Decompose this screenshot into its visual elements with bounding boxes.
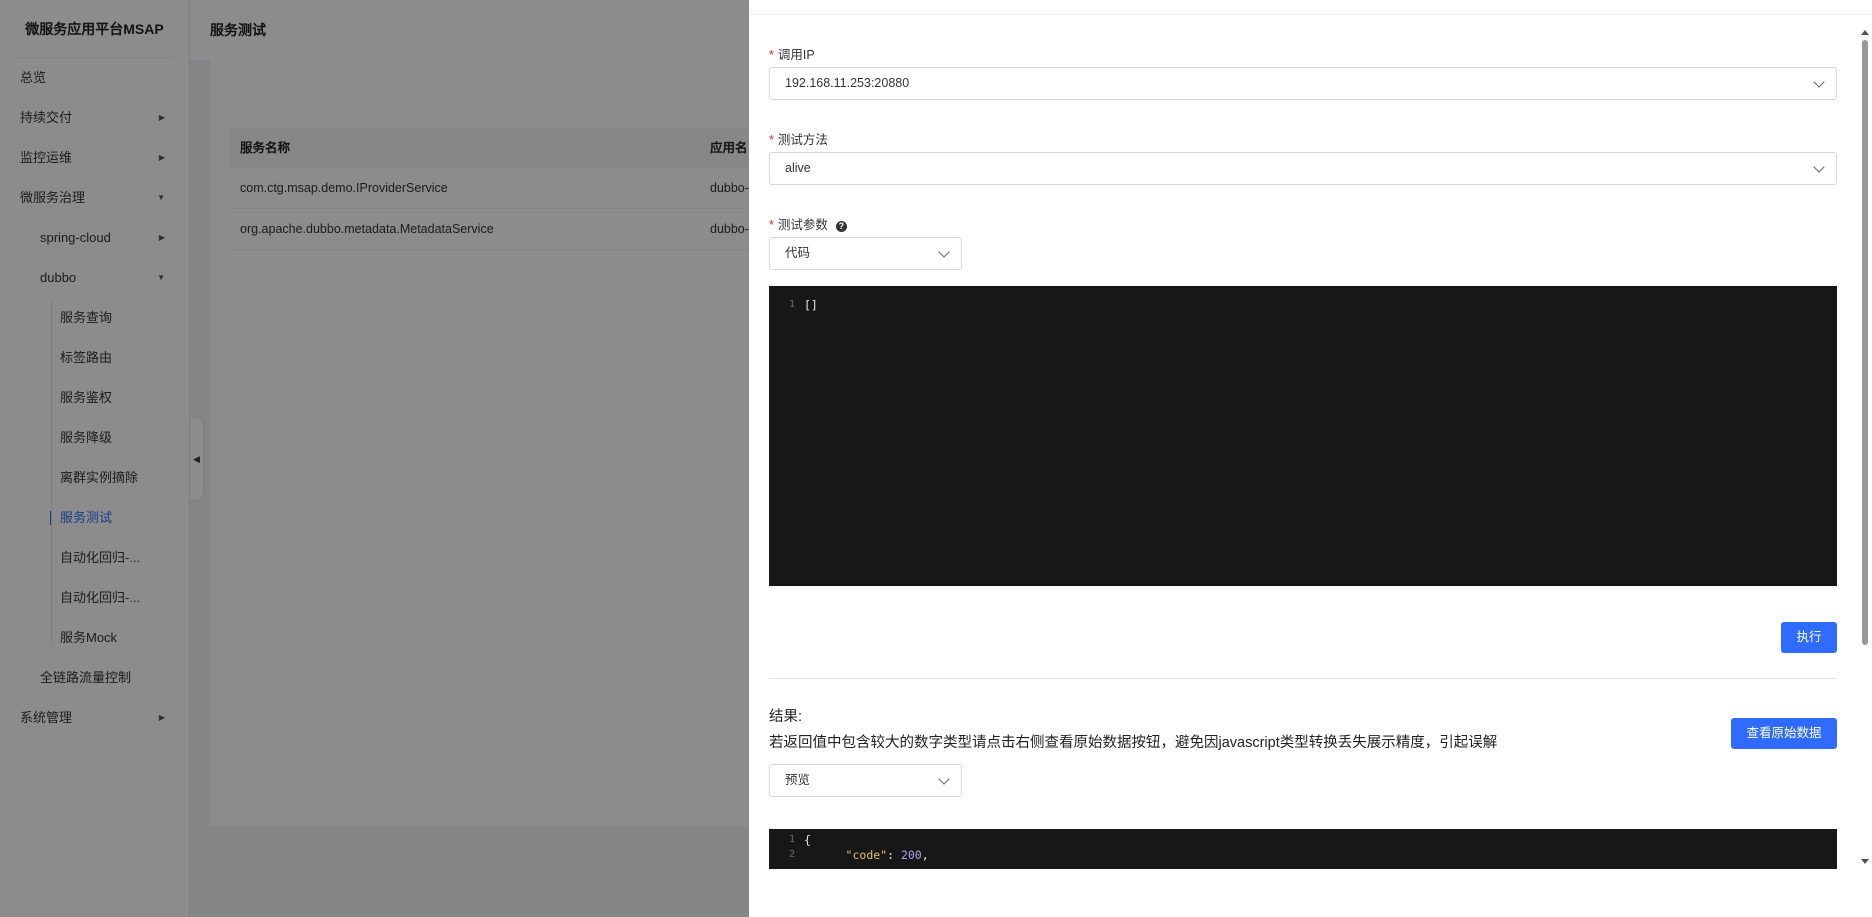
drawer-header-divider	[749, 14, 1872, 15]
question-circle-icon[interactable]: ?	[835, 221, 847, 232]
line-number: 2	[788, 849, 795, 860]
required-mark: *	[769, 218, 774, 232]
line-number: 1	[788, 834, 795, 845]
result-title: 结果:	[769, 709, 803, 725]
view-raw-data-button[interactable]: 查看原始数据	[1731, 718, 1837, 749]
scroll-down-arrow[interactable]	[1861, 859, 1869, 864]
line-number: 1	[788, 299, 795, 310]
chevron-down-icon	[937, 765, 951, 796]
chevron-down-icon	[1812, 153, 1826, 184]
params-code-editor[interactable]: 1 []	[769, 286, 1837, 586]
method-select[interactable]: alive	[769, 152, 1837, 185]
result-mode-select[interactable]: 预览	[769, 764, 962, 797]
code-line: []	[804, 298, 818, 312]
result-mode-value: 预览	[785, 773, 811, 787]
result-code-viewer[interactable]: 1 { 2 "code": 200,	[769, 829, 1837, 869]
json-number: 200	[900, 848, 922, 862]
ip-select[interactable]: 192.168.11.253:20880	[769, 67, 1837, 100]
result-precision-note: 若返回值中包含较大的数字类型请点击右侧查看原始数据按钮，避免因javascrip…	[769, 735, 1498, 751]
code-line: {	[804, 833, 811, 847]
code-line: "code": 200,	[845, 848, 929, 862]
params-mode-select[interactable]: 代码	[769, 237, 962, 270]
json-key: "code"	[845, 848, 888, 862]
required-mark: *	[769, 48, 774, 62]
chevron-down-icon	[937, 238, 951, 269]
method-select-value: alive	[785, 161, 811, 175]
scroll-thumb[interactable]	[1862, 40, 1868, 645]
required-mark: *	[769, 133, 774, 147]
section-divider	[769, 678, 1837, 679]
method-label: * 测试方法	[769, 133, 828, 147]
scroll-up-arrow[interactable]	[1861, 30, 1869, 35]
chevron-down-icon	[1812, 68, 1826, 99]
service-test-drawer: * 调用IP 192.168.11.253:20880 * 测试方法 alive *…	[749, 0, 1872, 917]
execute-button[interactable]: 执行	[1781, 622, 1837, 653]
ip-select-value: 192.168.11.253:20880	[785, 76, 910, 90]
params-label: * 测试参数?	[769, 214, 847, 233]
ip-label: * 调用IP	[769, 48, 815, 62]
drawer-scrollbar[interactable]	[1858, 30, 1872, 864]
params-mode-value: 代码	[785, 246, 811, 260]
